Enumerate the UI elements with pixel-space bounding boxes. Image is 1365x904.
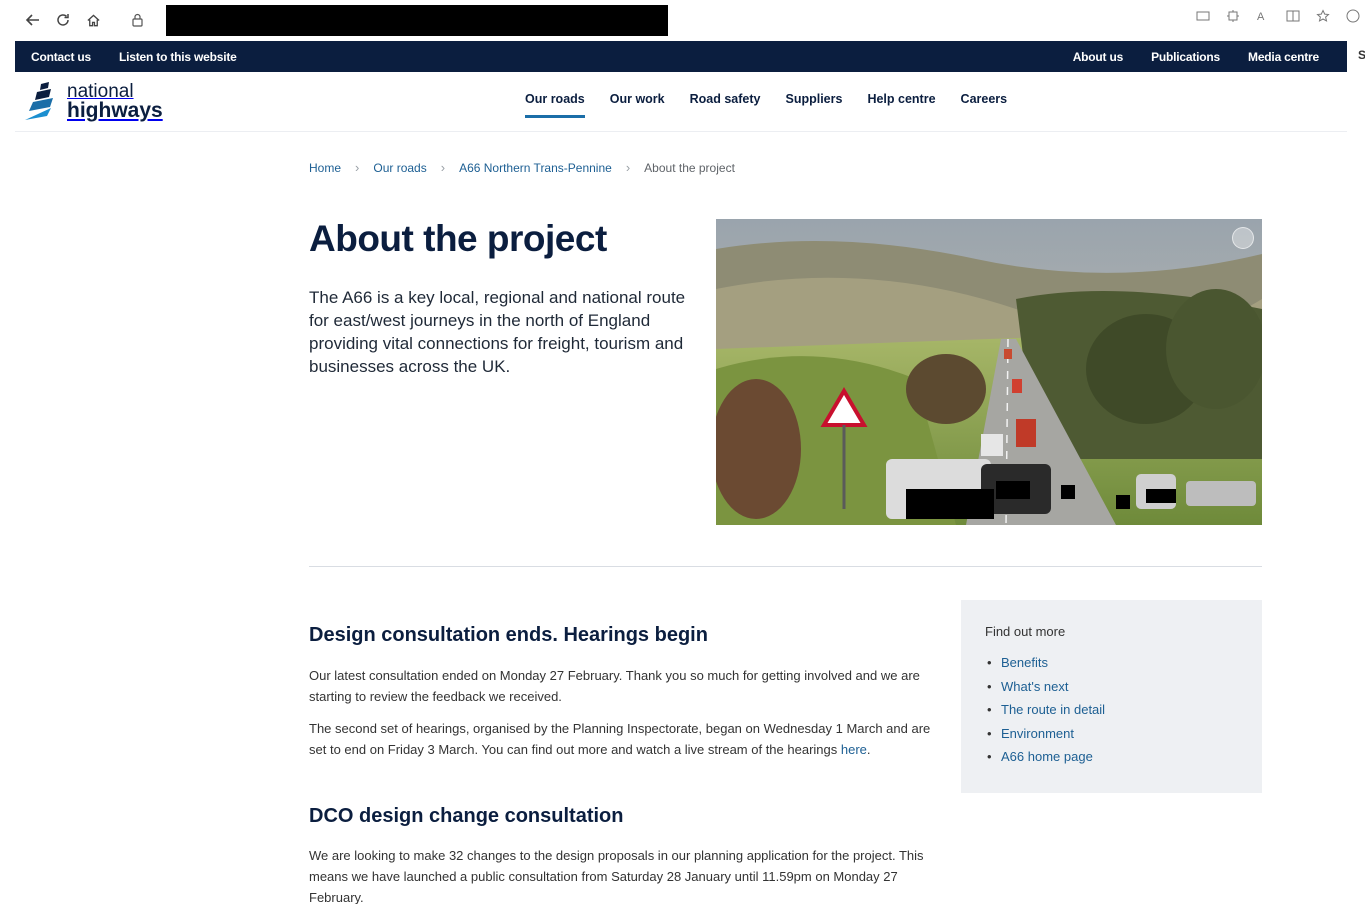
section-divider [309,566,1262,567]
image-expand-icon[interactable] [1232,227,1254,249]
paragraph-dco-changes: We are looking to make 32 changes to the… [309,848,924,904]
svg-text:A: A [1257,11,1265,23]
reload-icon[interactable] [48,5,78,35]
nav-road-safety[interactable]: Road safety [690,92,761,116]
search-link-partial[interactable]: S [1358,48,1365,62]
nav-suppliers[interactable]: Suppliers [785,92,842,116]
breadcrumb-current: About the project [644,160,735,175]
lock-icon[interactable] [122,5,152,35]
breadcrumb-home[interactable]: Home [309,161,341,175]
breadcrumb: Home › Our roads › A66 Northern Trans-Pe… [309,160,735,175]
paragraph-hearings-end: . [866,742,871,757]
main-navigation: Our roads Our work Road safety Suppliers… [525,92,1008,118]
extensions-icon[interactable] [1225,8,1241,24]
read-aloud-icon[interactable]: A [1255,8,1271,24]
link-environment[interactable]: Environment [985,722,1238,746]
favorites-icon[interactable] [1315,8,1331,24]
link-a66-home[interactable]: A66 home page [985,745,1238,769]
utility-bar: Contact us Listen to this website About … [15,41,1347,72]
chevron-right-icon: › [355,160,360,175]
paragraph-consultation-ended: Our latest consultation ended on Monday … [309,668,920,704]
intro-paragraph: The A66 is a key local, regional and nat… [309,288,686,376]
find-out-more-panel: Find out more Benefits What's next The r… [961,600,1262,793]
site-header: national highways Our roads Our work Roa… [15,72,1347,132]
home-icon[interactable] [78,5,108,35]
listen-to-website-link[interactable]: Listen to this website [119,50,237,64]
logo-mark-icon [25,82,53,120]
publications-link[interactable]: Publications [1151,50,1220,64]
browser-toolbar: A [0,0,1365,40]
address-bar-redacted[interactable] [166,5,668,36]
chevron-right-icon: › [440,160,446,175]
nav-our-work[interactable]: Our work [610,92,665,116]
link-whats-next[interactable]: What's next [985,675,1238,699]
road-landscape-image [716,219,1262,525]
paragraph-hearings-text: The second set of hearings, organised by… [309,721,931,757]
breadcrumb-a66[interactable]: A66 Northern Trans-Pennine [459,161,612,175]
page-title: About the project [309,218,607,259]
reader-view-icon[interactable] [1195,8,1211,24]
about-us-link[interactable]: About us [1073,50,1124,64]
nav-careers[interactable]: Careers [961,92,1008,116]
contact-us-link[interactable]: Contact us [31,50,91,64]
nav-help-centre[interactable]: Help centre [867,92,935,116]
link-benefits[interactable]: Benefits [985,651,1238,675]
paragraph-hearings: The second set of hearings, organised by… [309,718,939,760]
chevron-right-icon: › [625,160,631,175]
breadcrumb-our-roads[interactable]: Our roads [373,161,426,175]
find-out-more-list: Benefits What's next The route in detail… [985,651,1238,769]
split-screen-icon[interactable] [1285,8,1301,24]
national-highways-logo[interactable]: national highways [23,80,163,122]
back-arrow-icon[interactable] [18,5,48,35]
find-out-more-title: Find out more [985,624,1066,639]
link-route-in-detail[interactable]: The route in detail [985,698,1238,722]
section-heading-dco: DCO design change consultation [309,805,624,827]
logo-text-highways: highways [67,99,163,122]
browser-actions: A [1195,8,1365,24]
profile-icon[interactable] [1345,8,1361,24]
section-heading-hearings: Design consultation ends. Hearings begin [309,624,708,646]
hearings-here-link[interactable]: here [841,742,867,757]
media-centre-link[interactable]: Media centre [1248,50,1319,64]
hero-road-photo [716,219,1262,525]
nav-our-roads[interactable]: Our roads [525,92,585,118]
